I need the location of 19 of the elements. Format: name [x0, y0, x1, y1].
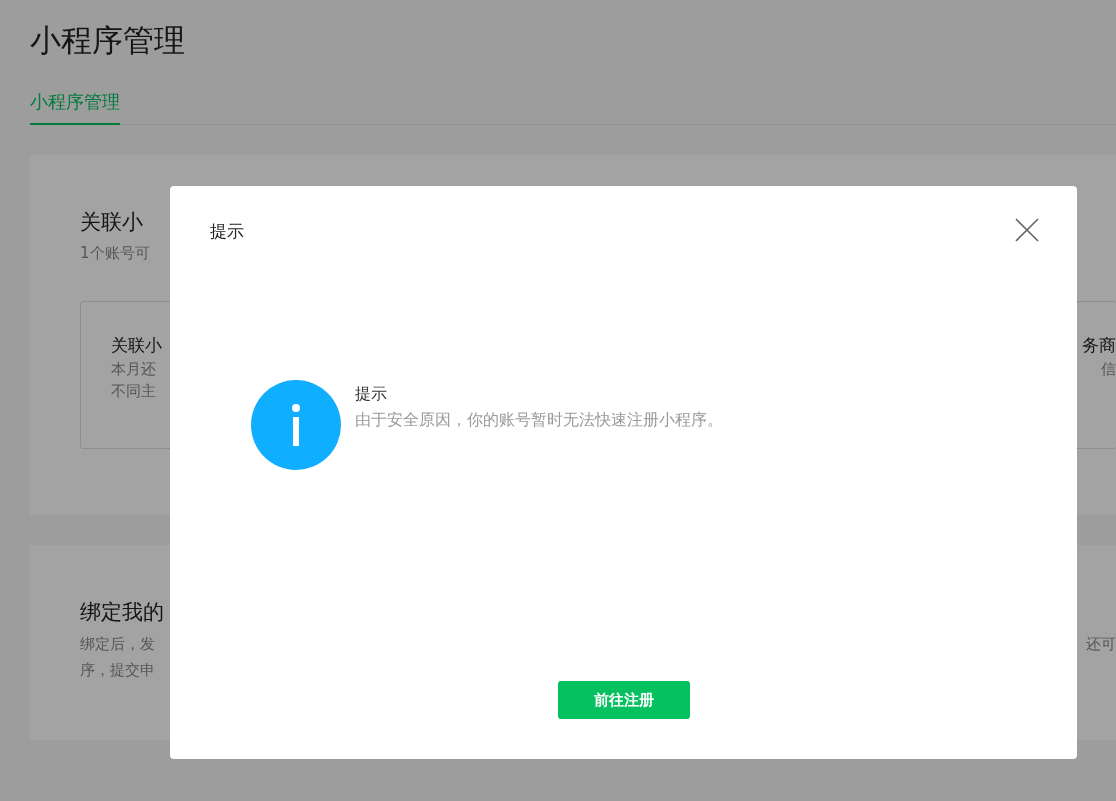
- info-icon: [251, 380, 341, 470]
- option-text: 本月还: [111, 359, 157, 380]
- page-title: 小程序管理: [30, 21, 186, 60]
- option-title: 关联小: [111, 334, 163, 357]
- register-button[interactable]: 前往注册: [557, 681, 690, 719]
- section-text: 序，提交申: [80, 660, 155, 681]
- section-title: 绑定我的: [80, 599, 164, 626]
- section-title: 关联小: [80, 209, 143, 236]
- option-text: 不同主: [111, 381, 157, 402]
- section-text: 绑定后，发: [80, 634, 155, 655]
- dialog-title: 提示: [210, 220, 244, 243]
- message-text: 由于安全原因，你的账号暂时无法快速注册小程序。: [355, 409, 723, 431]
- option-text: 信: [1101, 359, 1116, 380]
- option-title: 务商: [1082, 334, 1116, 357]
- section-subtitle: 1个账号可: [80, 243, 150, 264]
- message-title: 提示: [355, 383, 388, 405]
- section-text: 还可: [1086, 634, 1116, 655]
- close-button[interactable]: [1013, 216, 1041, 244]
- tab[interactable]: 小程序管理: [30, 84, 120, 125]
